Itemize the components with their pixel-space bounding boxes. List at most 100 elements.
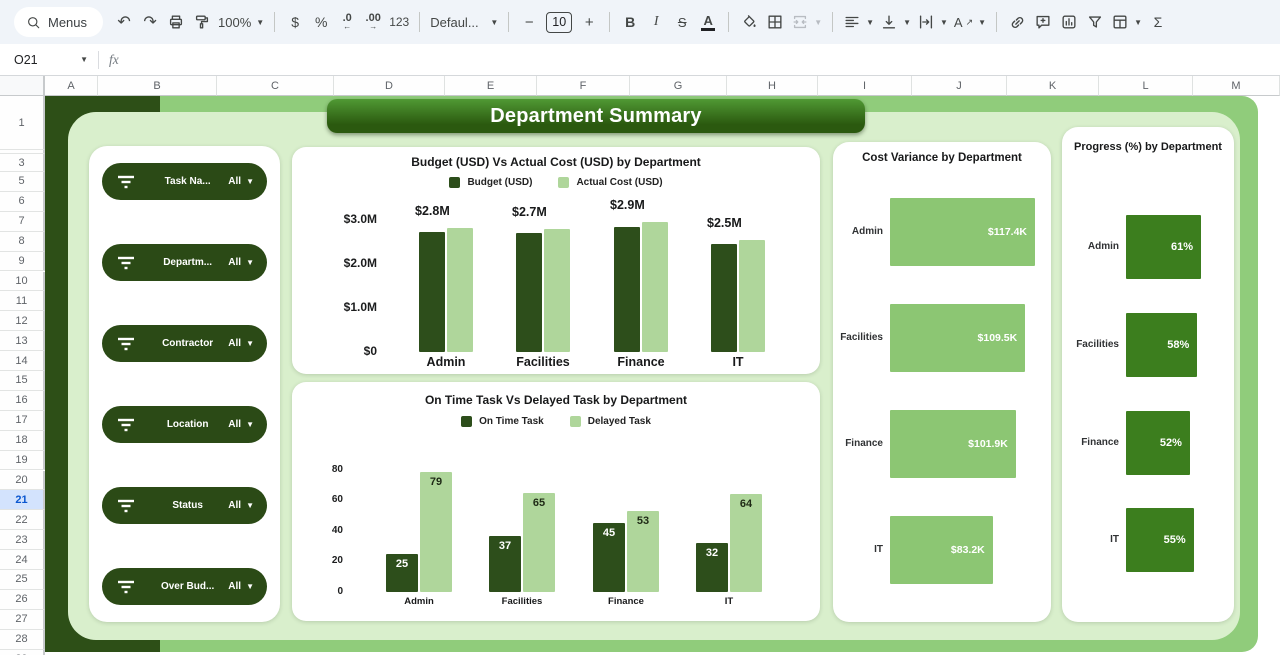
- horizontal-align-button[interactable]: ▼: [840, 8, 877, 36]
- column-header-G[interactable]: G: [630, 76, 727, 96]
- paint-format-button[interactable]: [189, 8, 215, 36]
- create-filter-button[interactable]: [1082, 8, 1108, 36]
- row-headers: 1356789101112131415161718192021222324252…: [0, 96, 45, 655]
- chevron-down-icon: ▼: [903, 18, 911, 27]
- column-header-F[interactable]: F: [537, 76, 630, 96]
- text-color-button[interactable]: A: [695, 8, 721, 36]
- row-header-10[interactable]: 10: [0, 272, 45, 292]
- menus-label: Menus: [48, 15, 87, 30]
- cost-dept-Admin: Admin: [833, 226, 883, 237]
- row-header-20[interactable]: 20: [0, 471, 45, 491]
- column-header-B[interactable]: B: [98, 76, 217, 96]
- insert-link-button[interactable]: [1004, 8, 1030, 36]
- cost-variance-chart[interactable]: Cost Variance by DepartmentAdmin$117.4KF…: [833, 142, 1051, 622]
- progress-bar-Admin: 61%: [1126, 215, 1201, 279]
- strikethrough-button[interactable]: S: [669, 8, 695, 36]
- row-header-19[interactable]: 19: [0, 451, 45, 471]
- row-header-13[interactable]: 13: [0, 331, 45, 351]
- table-views-button[interactable]: ▼: [1108, 8, 1145, 36]
- font-size-input[interactable]: 10: [546, 12, 572, 33]
- rotate-arrow-icon: ↗: [966, 17, 974, 28]
- italic-button[interactable]: I: [643, 8, 669, 36]
- row-header-28[interactable]: 28: [0, 630, 45, 650]
- formula-input[interactable]: [119, 44, 1280, 75]
- row-header-22[interactable]: 22: [0, 510, 45, 530]
- slicer-status[interactable]: Status All▼: [102, 487, 267, 524]
- column-header-L[interactable]: L: [1099, 76, 1193, 96]
- slicer-over-budget[interactable]: Over Bud... All▼: [102, 568, 267, 605]
- row-header-15[interactable]: 15: [0, 371, 45, 391]
- functions-button[interactable]: Σ: [1145, 8, 1171, 36]
- vertical-align-button[interactable]: ▼: [877, 8, 914, 36]
- row-header-1[interactable]: 1: [0, 96, 45, 150]
- row-header-3[interactable]: 3: [0, 154, 45, 172]
- slicer-task-name[interactable]: Task Na... All▼: [102, 163, 267, 200]
- row-header-8[interactable]: 8: [0, 232, 45, 252]
- print-button[interactable]: [163, 8, 189, 36]
- row-header-5[interactable]: 5: [0, 172, 45, 192]
- row-header-11[interactable]: 11: [0, 291, 45, 311]
- row-header-14[interactable]: 14: [0, 351, 45, 371]
- insert-comment-button[interactable]: [1030, 8, 1056, 36]
- row-header-9[interactable]: 9: [0, 252, 45, 272]
- column-header-I[interactable]: I: [818, 76, 912, 96]
- row-header-17[interactable]: 17: [0, 411, 45, 431]
- row-header-16[interactable]: 16: [0, 391, 45, 411]
- column-header-H[interactable]: H: [727, 76, 818, 96]
- ontime-value-IT-0: 32: [696, 547, 728, 559]
- dashboard: Department Summary Task Na... All▼ Depar…: [45, 96, 1258, 652]
- align-bottom-icon: [880, 13, 898, 31]
- budget-bar-Admin-Actual Cost (USD): [447, 228, 473, 352]
- ontime-value-Admin-0: 25: [386, 558, 418, 570]
- name-box[interactable]: O21 ▼: [0, 53, 88, 67]
- row-header-18[interactable]: 18: [0, 431, 45, 451]
- select-all-corner[interactable]: [0, 76, 45, 96]
- column-header-D[interactable]: D: [334, 76, 445, 96]
- budget-vs-actual-chart[interactable]: Budget (USD) Vs Actual Cost (USD) by Dep…: [292, 147, 820, 374]
- fill-color-button[interactable]: [736, 8, 762, 36]
- row-header-24[interactable]: 24: [0, 550, 45, 570]
- slicer-contractor[interactable]: Contractor All▼: [102, 325, 267, 362]
- ontime-vs-delayed-chart[interactable]: On Time Task Vs Delayed Task by Departme…: [292, 382, 820, 621]
- decrease-font-size-button[interactable]: −: [516, 8, 542, 36]
- zoom-select[interactable]: 100%▼: [215, 8, 267, 36]
- redo-button[interactable]: ↷: [137, 8, 163, 36]
- progress-chart[interactable]: Progress (%) by DepartmentAdmin61%Facili…: [1062, 127, 1234, 622]
- slicer-department[interactable]: Departm... All▼: [102, 244, 267, 281]
- row-header-25[interactable]: 25: [0, 570, 45, 590]
- row-header-6[interactable]: 6: [0, 192, 45, 212]
- increase-font-size-button[interactable]: +: [576, 8, 602, 36]
- bold-button[interactable]: B: [617, 8, 643, 36]
- row-header-12[interactable]: 12: [0, 311, 45, 331]
- format-currency-button[interactable]: $: [282, 8, 308, 36]
- row-header-21[interactable]: 21: [0, 490, 45, 510]
- row-header-27[interactable]: 27: [0, 610, 45, 630]
- row-header-7[interactable]: 7: [0, 212, 45, 232]
- ontime-value-Finance-0: 45: [593, 527, 625, 539]
- text-wrap-button[interactable]: ▼: [914, 8, 951, 36]
- column-header-A[interactable]: A: [45, 76, 98, 96]
- more-formats-button[interactable]: 123: [386, 8, 412, 36]
- font-select[interactable]: Defaul...▼: [427, 8, 501, 36]
- slicer-location[interactable]: Location All▼: [102, 406, 267, 443]
- row-header-26[interactable]: 26: [0, 590, 45, 610]
- row-header-29[interactable]: 29: [0, 650, 45, 655]
- column-header-E[interactable]: E: [445, 76, 537, 96]
- column-header-J[interactable]: J: [912, 76, 1007, 96]
- borders-button[interactable]: [762, 8, 788, 36]
- paint-roller-icon: [193, 13, 211, 31]
- column-header-M[interactable]: M: [1193, 76, 1280, 96]
- column-header-K[interactable]: K: [1007, 76, 1099, 96]
- divider: [274, 12, 275, 32]
- chevron-down-icon: ▼: [256, 18, 264, 27]
- column-header-C[interactable]: C: [217, 76, 334, 96]
- menus-search-button[interactable]: Menus: [14, 7, 103, 37]
- decrease-decimal-button[interactable]: .0←: [334, 8, 360, 36]
- budget-legend-1: Actual Cost (USD): [558, 177, 662, 188]
- increase-decimal-button[interactable]: .00→: [360, 8, 386, 36]
- text-rotation-button[interactable]: A↗ ▼: [951, 8, 989, 36]
- insert-chart-button[interactable]: [1056, 8, 1082, 36]
- row-header-23[interactable]: 23: [0, 530, 45, 550]
- undo-button[interactable]: ↶: [111, 8, 137, 36]
- format-percent-button[interactable]: %: [308, 8, 334, 36]
